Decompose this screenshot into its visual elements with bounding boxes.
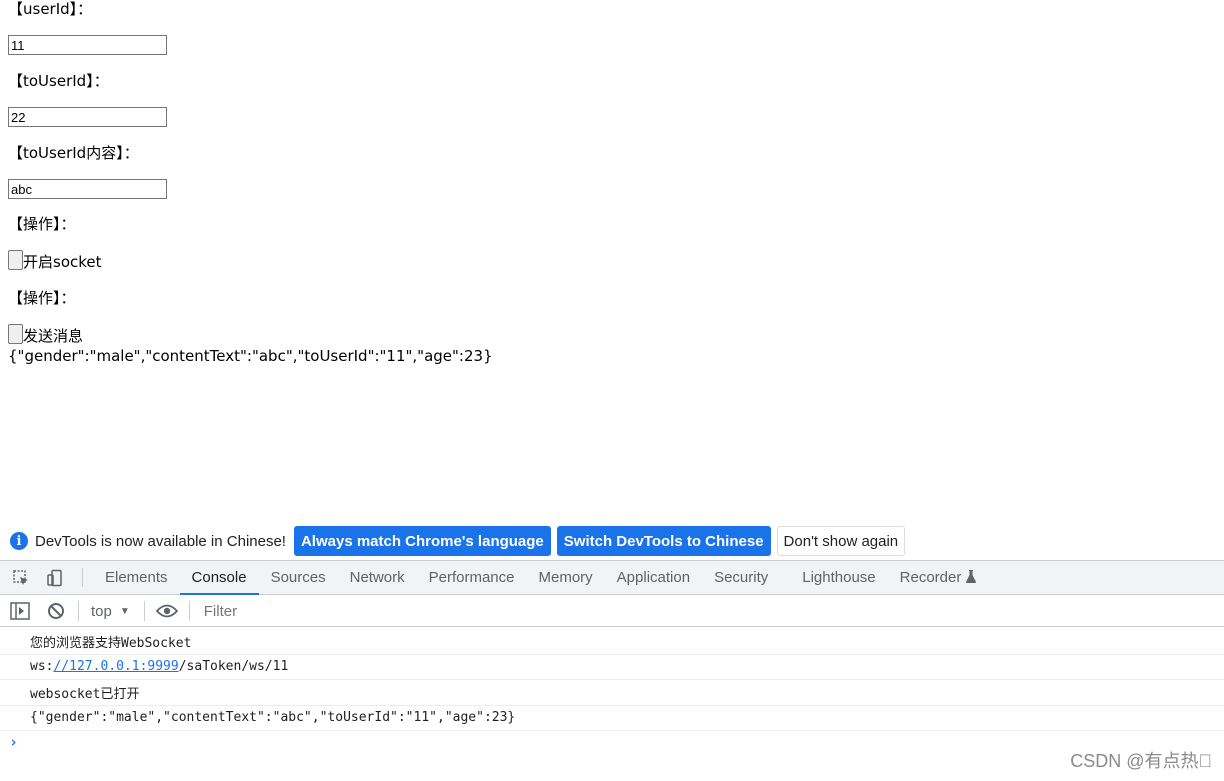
console-filter-input[interactable] bbox=[197, 596, 1224, 626]
context-selector[interactable]: top ▼ bbox=[83, 603, 140, 620]
operation-label-1: 【操作】： bbox=[8, 215, 76, 233]
json-output: {"gender":"male","contentText":"abc","to… bbox=[8, 347, 493, 365]
tab-console[interactable]: Console bbox=[179, 561, 259, 595]
tab-recorder[interactable]: Recorder bbox=[888, 561, 989, 594]
user-id-input[interactable] bbox=[8, 35, 167, 55]
open-socket-text: 开启socket bbox=[23, 253, 102, 271]
console-prompt-chevron-icon[interactable]: › bbox=[9, 733, 18, 751]
live-expression-eye-icon[interactable] bbox=[149, 604, 185, 618]
infobar-message: DevTools is now available in Chinese! bbox=[35, 532, 286, 550]
to-user-id-input[interactable] bbox=[8, 107, 167, 127]
ws-url-link[interactable]: //127.0.0.1:9999 bbox=[53, 659, 178, 674]
caret-down-icon: ▼ bbox=[119, 605, 130, 617]
tab-sources[interactable]: Sources bbox=[259, 561, 338, 594]
tab-memory[interactable]: Memory bbox=[527, 561, 605, 594]
experimental-flask-icon bbox=[966, 569, 977, 586]
send-message-button[interactable] bbox=[8, 324, 23, 344]
dont-show-again-button[interactable]: Don't show again bbox=[776, 526, 906, 556]
toolbar-separator bbox=[188, 601, 190, 621]
send-message-text: 发送消息 bbox=[23, 327, 84, 345]
console-message: 您的浏览器支持WebSocket bbox=[0, 629, 1224, 655]
tab-recorder-label: Recorder bbox=[899, 569, 962, 586]
operation-label-2: 【操作】： bbox=[8, 289, 76, 307]
inspect-element-icon[interactable] bbox=[4, 561, 38, 594]
content-input[interactable] bbox=[8, 179, 167, 199]
to-user-id-label: 【toUserId】： bbox=[8, 72, 109, 90]
tab-lighthouse[interactable]: Lighthouse bbox=[790, 561, 887, 594]
send-message-row: 发送消息 bbox=[8, 322, 83, 344]
devtools-language-infobar: i DevTools is now available in Chinese! … bbox=[0, 522, 1224, 560]
console-message: {"gender":"male","contentText":"abc","to… bbox=[0, 706, 1224, 731]
open-socket-button[interactable] bbox=[8, 250, 23, 270]
content-label: 【toUserId内容】： bbox=[8, 144, 139, 162]
devtools-tab-bar: Elements Console Sources Network Perform… bbox=[0, 560, 1224, 595]
toolbar-separator bbox=[78, 601, 79, 621]
tab-security[interactable]: Security bbox=[702, 561, 780, 594]
switch-to-chinese-button[interactable]: Switch DevTools to Chinese bbox=[556, 526, 771, 556]
toolbar-separator bbox=[143, 601, 145, 621]
console-output: 您的浏览器支持WebSocket ws://127.0.0.1:9999/saT… bbox=[0, 629, 1224, 781]
web-page: 【userId】： 【toUserId】： 【toUserId内容】： 【操作】… bbox=[0, 0, 1224, 522]
ws-path: /saToken/ws/11 bbox=[178, 659, 289, 675]
info-icon: i bbox=[10, 532, 28, 550]
open-socket-row: 开启socket bbox=[8, 248, 102, 270]
console-message: ws://127.0.0.1:9999/saToken/ws/11 bbox=[0, 655, 1224, 680]
console-message: websocket已打开 bbox=[0, 680, 1224, 706]
always-match-language-button[interactable]: Always match Chrome's language bbox=[293, 526, 551, 556]
show-sidebar-icon[interactable] bbox=[2, 602, 38, 620]
csdn-watermark: CSDN @有点热  bbox=[1070, 751, 1212, 771]
tab-network[interactable]: Network bbox=[338, 561, 417, 594]
tab-elements[interactable]: Elements bbox=[93, 561, 180, 594]
user-id-label: 【userId】： bbox=[8, 0, 93, 18]
tab-application[interactable]: Application bbox=[605, 561, 702, 594]
ws-prefix: ws: bbox=[30, 659, 54, 675]
context-selector-label: top bbox=[91, 602, 112, 620]
tab-performance[interactable]: Performance bbox=[417, 561, 527, 594]
device-toolbar-icon[interactable] bbox=[38, 561, 72, 594]
clear-console-icon[interactable] bbox=[38, 602, 74, 620]
tab-separator bbox=[82, 568, 83, 587]
console-toolbar: top ▼ bbox=[0, 596, 1224, 627]
